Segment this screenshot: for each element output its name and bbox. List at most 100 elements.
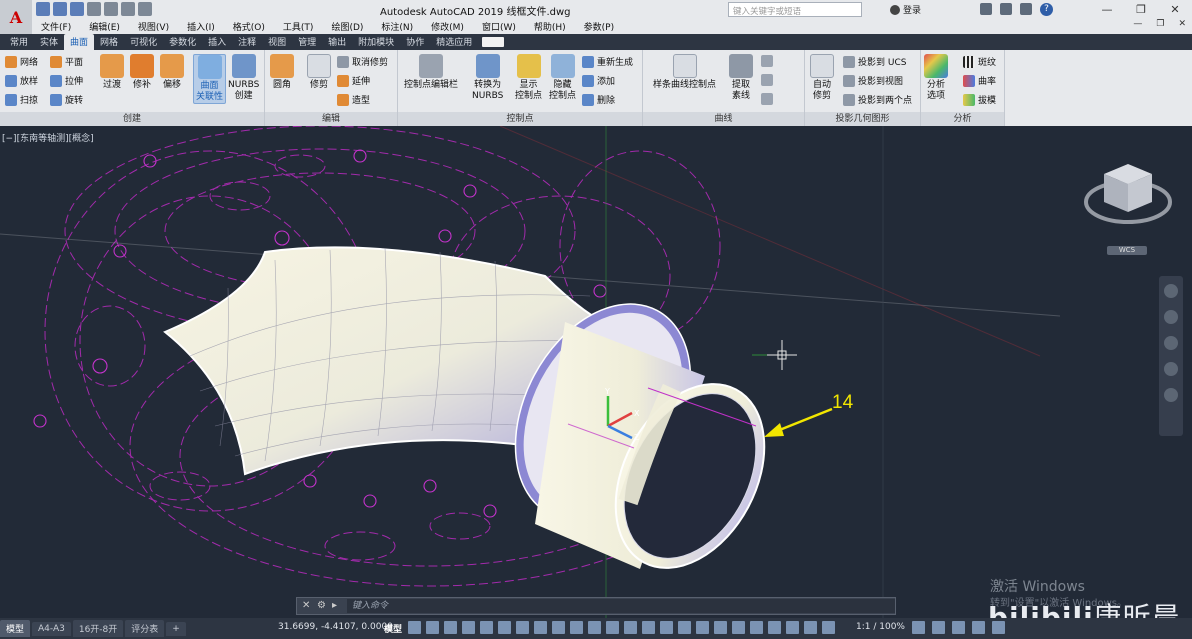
- plot-icon[interactable]: [104, 2, 118, 16]
- menu-modify[interactable]: 修改(M): [422, 19, 473, 34]
- a360-icon[interactable]: [1020, 3, 1032, 15]
- extend-button[interactable]: 延伸: [337, 74, 370, 87]
- search-input[interactable]: 键入关键字或短语: [728, 2, 862, 17]
- tab-home[interactable]: 常用: [4, 34, 34, 50]
- sculpt-button[interactable]: 造型: [337, 93, 370, 106]
- annotation-monitor-icon[interactable]: [678, 621, 691, 634]
- remove-cv-button[interactable]: 删除: [582, 93, 615, 106]
- polar-icon[interactable]: [480, 621, 493, 634]
- lock-ui-icon[interactable]: [732, 621, 745, 634]
- tab-collaborate[interactable]: 协作: [400, 34, 430, 50]
- tab-parametric[interactable]: 参数化: [163, 34, 202, 50]
- layout-tab-scoring[interactable]: 评分表: [125, 620, 165, 637]
- lineweight-icon[interactable]: [624, 621, 637, 634]
- coordinate-readout[interactable]: 31.6699, -4.4107, 0.0000: [278, 622, 393, 632]
- zebra-button[interactable]: 斑纹: [963, 55, 996, 68]
- annotation-scale-readout[interactable]: 1:1 / 100%: [856, 622, 905, 632]
- tab-view[interactable]: 视图: [262, 34, 292, 50]
- 3d-osnap-icon[interactable]: [552, 621, 565, 634]
- tab-insert[interactable]: 插入: [202, 34, 232, 50]
- layout-tab-model[interactable]: 模型: [0, 620, 31, 637]
- selection-filter-icon[interactable]: [588, 621, 601, 634]
- convert-to-nurbs-button[interactable]: 转换为 NURBS: [472, 54, 503, 102]
- layout-tab-a4-a3[interactable]: A4-A3: [32, 621, 71, 636]
- project-to-view-button[interactable]: 投影到视图: [843, 74, 903, 87]
- tab-visualize[interactable]: 可视化: [124, 34, 163, 50]
- viewcube[interactable]: [1084, 164, 1172, 224]
- fillet-button[interactable]: 圆角: [270, 54, 294, 91]
- workspace-icon[interactable]: [822, 621, 835, 634]
- clean-screen-icon[interactable]: [972, 621, 985, 634]
- menu-insert[interactable]: 插入(I): [178, 19, 224, 34]
- isodraft-icon[interactable]: [498, 621, 511, 634]
- exchange-icon[interactable]: [1000, 3, 1012, 15]
- nurbs-creation-toggle[interactable]: NURBS 创建: [228, 54, 259, 102]
- restore-button[interactable]: ❐: [1124, 0, 1158, 19]
- menu-parametric[interactable]: 参数(P): [575, 19, 623, 34]
- infer-constraints-icon[interactable]: [444, 621, 457, 634]
- tab-manage[interactable]: 管理: [292, 34, 322, 50]
- blend-button[interactable]: 过渡: [100, 54, 124, 91]
- untrim-button[interactable]: 取消修剪: [337, 55, 388, 68]
- add-cv-button[interactable]: 添加: [582, 74, 615, 87]
- auto-scale-icon[interactable]: [804, 621, 817, 634]
- analysis-options-button[interactable]: 分析 选项: [924, 54, 948, 102]
- show-cv-button[interactable]: 显示 控制点: [515, 54, 542, 102]
- annotation-scale-icon[interactable]: [768, 621, 781, 634]
- settings-gear-icon[interactable]: [912, 621, 925, 634]
- customize-icon[interactable]: ⚙: [317, 601, 327, 611]
- menu-help[interactable]: 帮助(H): [525, 19, 575, 34]
- extract-isolines-button[interactable]: 提取 素线: [729, 54, 753, 102]
- menu-format[interactable]: 格式(O): [224, 19, 274, 34]
- customize-status-icon[interactable]: [992, 621, 1005, 634]
- project-to-ucs-button[interactable]: 投影到 UCS: [843, 55, 906, 68]
- panel-edit-title[interactable]: 编辑: [265, 112, 397, 126]
- steering-wheel-icon[interactable]: [1164, 284, 1178, 298]
- drawing-minimize-button[interactable]: —: [1133, 19, 1142, 29]
- menu-file[interactable]: 文件(F): [32, 19, 80, 34]
- model-scene[interactable]: Y X Z 14: [0, 126, 1192, 618]
- menu-tools[interactable]: 工具(T): [274, 19, 323, 34]
- recent-commands-icon[interactable]: ▸: [332, 601, 342, 611]
- tab-surface[interactable]: 曲面: [64, 34, 95, 50]
- tab-featured-apps[interactable]: 精选应用: [430, 34, 478, 50]
- cv-edit-bar-button[interactable]: 控制点编辑栏: [404, 54, 458, 91]
- surface-associativity-toggle[interactable]: 曲面 关联性: [193, 54, 227, 104]
- sweep-button[interactable]: 扫掠: [5, 93, 38, 106]
- gizmo-icon[interactable]: [606, 621, 619, 634]
- loft-button[interactable]: 放样: [5, 74, 38, 87]
- autocad-logo-icon[interactable]: A: [0, 0, 32, 34]
- wcs-menu-button[interactable]: WCS: [1107, 246, 1147, 255]
- panel-create-title[interactable]: 创建: [0, 112, 264, 126]
- spline-cv-button[interactable]: 样条曲线控制点: [653, 54, 716, 91]
- units-icon[interactable]: [696, 621, 709, 634]
- drawing-close-button[interactable]: ✕: [1178, 19, 1186, 29]
- revolve-button[interactable]: 旋转: [50, 93, 83, 106]
- drawing-restore-button[interactable]: ❐: [1156, 19, 1164, 29]
- grid-icon[interactable]: [408, 621, 421, 634]
- rebuild-button[interactable]: 重新生成: [582, 55, 633, 68]
- plus-icon[interactable]: [932, 621, 945, 634]
- pan-icon[interactable]: [1164, 310, 1178, 324]
- save-as-icon[interactable]: [87, 2, 101, 16]
- tab-mesh[interactable]: 网格: [94, 34, 124, 50]
- isolate-objects-icon[interactable]: [750, 621, 763, 634]
- close-button[interactable]: ✕: [1158, 0, 1192, 19]
- help-icon[interactable]: ?: [1040, 3, 1053, 16]
- orbit-icon[interactable]: [1164, 362, 1178, 376]
- curvature-button[interactable]: 曲率: [963, 74, 996, 87]
- auto-trim-toggle[interactable]: 自动 修剪: [810, 54, 834, 102]
- hide-cv-button[interactable]: 隐藏 控制点: [549, 54, 576, 102]
- draft-button[interactable]: 拔模: [963, 93, 996, 106]
- model-space-toggle[interactable]: 模型: [384, 622, 402, 635]
- network-surface-button[interactable]: 网络: [5, 55, 38, 68]
- offset-button[interactable]: 偏移: [160, 54, 184, 91]
- minimize-button[interactable]: —: [1090, 0, 1124, 19]
- menu-draw[interactable]: 绘图(D): [322, 19, 372, 34]
- viewport-controls-label[interactable]: [−][东南等轴测][概念]: [2, 131, 94, 144]
- snap-icon[interactable]: [426, 621, 439, 634]
- open-file-icon[interactable]: [53, 2, 67, 16]
- menu-edit[interactable]: 编辑(E): [80, 19, 129, 34]
- tab-annotate[interactable]: 注释: [232, 34, 262, 50]
- showmotion-icon[interactable]: [1164, 388, 1178, 402]
